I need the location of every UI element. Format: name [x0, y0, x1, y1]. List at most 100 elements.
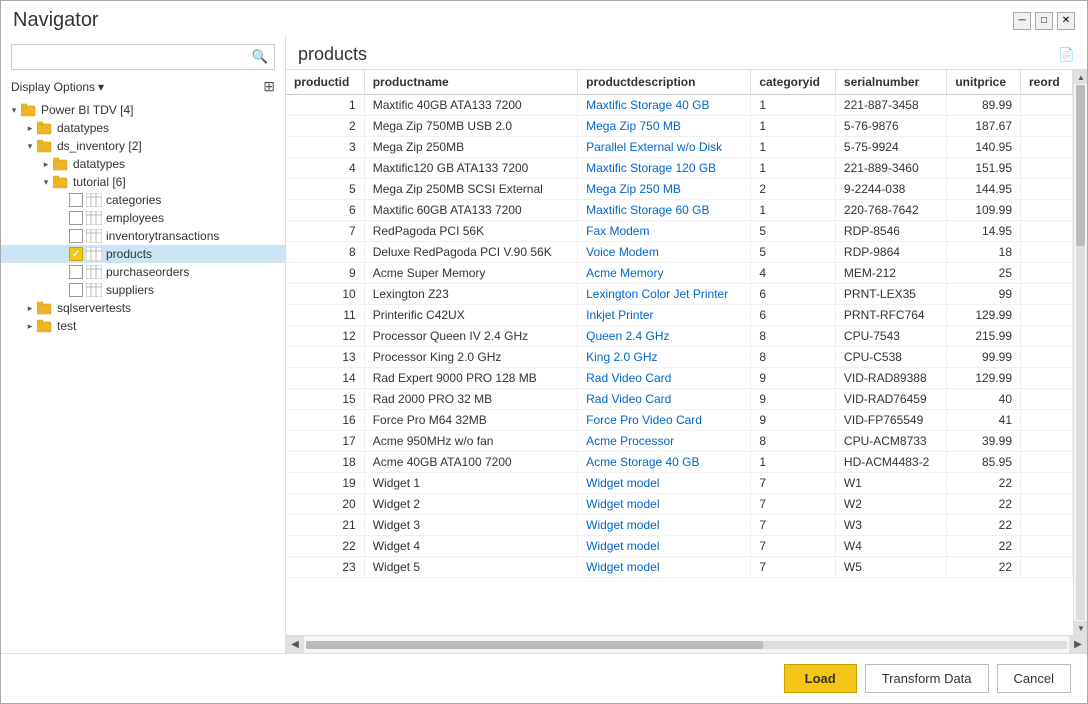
- table-cell: [1021, 515, 1073, 536]
- table-cell: Mega Zip 750 MB: [578, 116, 751, 137]
- table-row: 19Widget 1Widget model7W122: [286, 473, 1073, 494]
- table-cell: 7: [286, 221, 364, 242]
- close-button[interactable]: ✕: [1057, 12, 1075, 30]
- search-input[interactable]: [12, 46, 246, 68]
- checkbox-employees[interactable]: [69, 211, 83, 225]
- table-cell: W4: [835, 536, 946, 557]
- tree-item-sqlservertests[interactable]: ▸ sqlservertests: [1, 299, 285, 317]
- table-cell: 1: [751, 200, 836, 221]
- scroll-left-button[interactable]: ◀: [286, 636, 304, 654]
- table-cell: Maxtific Storage 40 GB: [578, 95, 751, 116]
- checkbox-products[interactable]: [69, 247, 83, 261]
- col-header-productname: productname: [364, 70, 577, 95]
- tree-item-ds_inventory[interactable]: ▾ ds_inventory [2]: [1, 137, 285, 155]
- tree-item-powerbi[interactable]: ▾ Power BI TDV [4]: [1, 101, 285, 119]
- checkbox-inventorytransactions[interactable]: [69, 229, 83, 243]
- tree-item-test[interactable]: ▸ test: [1, 317, 285, 335]
- tree-view-button[interactable]: ⊞: [263, 78, 275, 95]
- checkbox-categories[interactable]: [69, 193, 83, 207]
- table-cell: W1: [835, 473, 946, 494]
- cancel-button[interactable]: Cancel: [997, 664, 1071, 693]
- export-button[interactable]: 📄: [1058, 47, 1075, 63]
- folder-icon: [37, 319, 53, 333]
- table-cell: [1021, 536, 1073, 557]
- expand-icon: ▸: [23, 301, 37, 315]
- scroll-up-button[interactable]: ▲: [1074, 70, 1087, 84]
- vertical-scrollbar[interactable]: ▲ ▼: [1073, 70, 1087, 635]
- folder-icon: [37, 139, 53, 153]
- search-button[interactable]: 🔍: [246, 45, 274, 69]
- table-cell: [1021, 410, 1073, 431]
- tree-item-employees[interactable]: employees: [1, 209, 285, 227]
- tree-item-purchaseorders[interactable]: purchaseorders: [1, 263, 285, 281]
- tree-item-categories[interactable]: categories: [1, 191, 285, 209]
- table-cell: 11: [286, 305, 364, 326]
- table-cell: W3: [835, 515, 946, 536]
- minimize-button[interactable]: ─: [1013, 12, 1031, 30]
- table-cell: Inkjet Printer: [578, 305, 751, 326]
- item-label-tutorial: tutorial [6]: [73, 175, 126, 189]
- table-cell: 4: [286, 158, 364, 179]
- table-cell: 109.99: [947, 200, 1021, 221]
- load-button[interactable]: Load: [784, 664, 857, 693]
- table-cell: 18: [947, 242, 1021, 263]
- table-cell: 9-2244-038: [835, 179, 946, 200]
- folder-icon: [37, 301, 53, 315]
- table-row: 12Processor Queen IV 2.4 GHzQueen 2.4 GH…: [286, 326, 1073, 347]
- table-cell: 1: [751, 116, 836, 137]
- table-cell: 1: [751, 452, 836, 473]
- scroll-down-button[interactable]: ▼: [1074, 621, 1087, 635]
- table-cell: 12: [286, 326, 364, 347]
- table-and-scroll: productidproductnameproductdescriptionca…: [286, 70, 1087, 635]
- table-cell: Acme Processor: [578, 431, 751, 452]
- table-cell: 2: [286, 116, 364, 137]
- tree-item-inventorytransactions[interactable]: inventorytransactions: [1, 227, 285, 245]
- table-row: 8Deluxe RedPagoda PCI V.90 56KVoice Mode…: [286, 242, 1073, 263]
- item-label-products: products: [106, 247, 152, 261]
- table-cell: 14.95: [947, 221, 1021, 242]
- table-cell: 5-76-9876: [835, 116, 946, 137]
- table-row: 14Rad Expert 9000 PRO 128 MBRad Video Ca…: [286, 368, 1073, 389]
- folder-icon: [37, 121, 53, 135]
- maximize-button[interactable]: □: [1035, 12, 1053, 30]
- checkbox-purchaseorders[interactable]: [69, 265, 83, 279]
- data-table-container[interactable]: productidproductnameproductdescriptionca…: [286, 70, 1073, 635]
- display-options-button[interactable]: Display Options ▾: [11, 80, 104, 94]
- item-label-datatypes1: datatypes: [57, 121, 109, 135]
- table-cell: 10: [286, 284, 364, 305]
- table-cell: [1021, 557, 1073, 578]
- table-cell: Widget 4: [364, 536, 577, 557]
- table-cell: Parallel External w/o Disk: [578, 137, 751, 158]
- tree-item-datatypes2[interactable]: ▸ datatypes: [1, 155, 285, 173]
- horizontal-scrollbar[interactable]: ◀ ▶: [286, 635, 1087, 653]
- checkbox-suppliers[interactable]: [69, 283, 83, 297]
- tree-item-datatypes1[interactable]: ▸ datatypes: [1, 119, 285, 137]
- table-cell: 23: [286, 557, 364, 578]
- scroll-right-button[interactable]: ▶: [1069, 636, 1087, 654]
- table-cell: 144.95: [947, 179, 1021, 200]
- item-label-datatypes2: datatypes: [73, 157, 125, 171]
- table-cell: Maxtific 40GB ATA133 7200: [364, 95, 577, 116]
- h-scroll-track: [306, 641, 1067, 649]
- table-cell: 1: [286, 95, 364, 116]
- transform-data-button[interactable]: Transform Data: [865, 664, 989, 693]
- table-cell: [1021, 200, 1073, 221]
- tree-icon: ⊞: [263, 78, 275, 94]
- table-cell: RedPagoda PCI 56K: [364, 221, 577, 242]
- tree-item-products[interactable]: products: [1, 245, 285, 263]
- table-cell: [1021, 158, 1073, 179]
- table-cell: 151.95: [947, 158, 1021, 179]
- display-options-label: Display Options: [11, 80, 95, 94]
- item-label-suppliers: suppliers: [106, 283, 154, 297]
- tree-item-tutorial[interactable]: ▾ tutorial [6]: [1, 173, 285, 191]
- table-cell: Acme 950MHz w/o fan: [364, 431, 577, 452]
- table-cell: MEM-212: [835, 263, 946, 284]
- table-cell: 14: [286, 368, 364, 389]
- table-row: 16Force Pro M64 32MBForce Pro Video Card…: [286, 410, 1073, 431]
- table-cell: HD-ACM4483-2: [835, 452, 946, 473]
- table-cell: 221-889-3460: [835, 158, 946, 179]
- table-cell: 129.99: [947, 368, 1021, 389]
- tree-item-suppliers[interactable]: suppliers: [1, 281, 285, 299]
- table-cell: 15: [286, 389, 364, 410]
- table-icon: [86, 229, 102, 243]
